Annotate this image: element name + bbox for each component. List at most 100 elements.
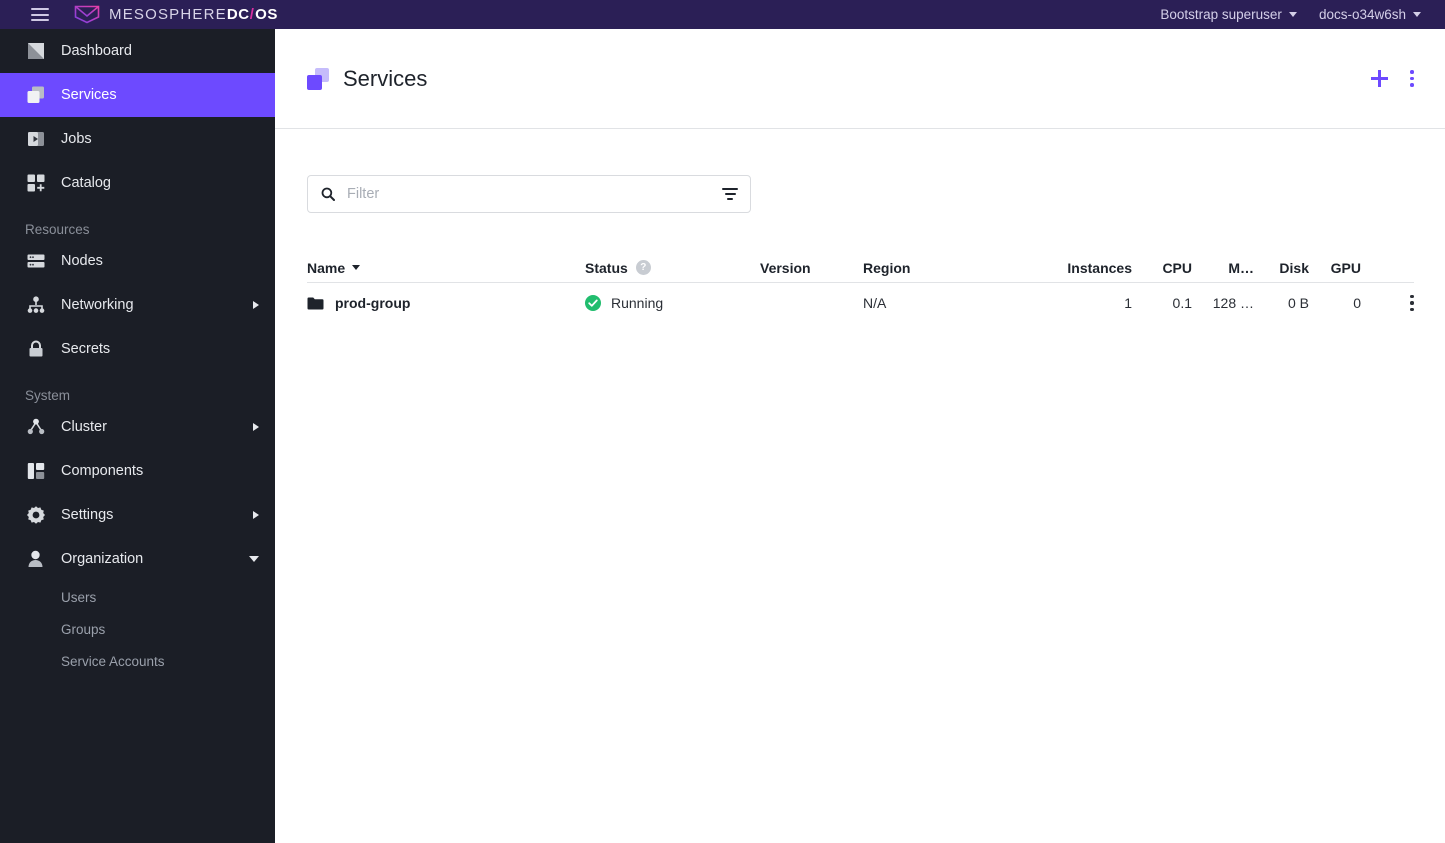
column-header-disk[interactable]: Disk	[1254, 260, 1309, 276]
filter-icon[interactable]	[722, 188, 738, 200]
brand-prefix: MESOSPHERE	[109, 6, 227, 23]
chevron-down-icon	[249, 556, 259, 562]
sidebar-item-service-accounts[interactable]: Service Accounts	[0, 645, 275, 677]
sidebar-item-dashboard[interactable]: Dashboard	[0, 29, 275, 73]
more-vertical-icon	[1410, 70, 1414, 87]
sidebar-item-users[interactable]: Users	[0, 581, 275, 613]
filter-box	[307, 175, 751, 213]
services-table: Name Status ? Version Region Instances C…	[307, 253, 1414, 323]
sidebar-item-settings[interactable]: Settings	[0, 493, 275, 537]
user-menu-label: Bootstrap superuser	[1160, 7, 1282, 22]
column-header-label: GPU	[1330, 259, 1361, 276]
column-header-label: Instances	[1067, 259, 1132, 276]
chevron-down-icon	[1413, 12, 1421, 17]
sidebar-item-services[interactable]: Services	[0, 73, 275, 117]
services-icon	[307, 67, 329, 90]
filter-input[interactable]	[347, 186, 722, 202]
page-header-actions	[1371, 70, 1414, 87]
main-content: Services Name	[275, 29, 1445, 843]
column-header-region[interactable]: Region	[863, 260, 1020, 276]
page-header: Services	[275, 29, 1445, 129]
chevron-down-icon	[1288, 12, 1297, 17]
sidebar-item-label: Cluster	[61, 419, 107, 435]
sidebar-item-label: Organization	[61, 551, 144, 567]
sidebar-item-label: Catalog	[61, 175, 111, 191]
chevron-right-icon	[253, 423, 259, 431]
sidebar-item-organization[interactable]: Organization	[0, 537, 275, 581]
sidebar-item-label: Settings	[61, 507, 114, 523]
brand-wordmark: MESOSPHEREDC/OS	[109, 6, 278, 23]
table-header-row: Name Status ? Version Region Instances C…	[307, 253, 1414, 283]
top-bar: MESOSPHEREDC/OS Bootstrap superuser docs…	[0, 0, 1445, 29]
services-icon	[25, 84, 47, 106]
help-icon[interactable]: ?	[635, 260, 651, 275]
nodes-icon	[25, 250, 47, 272]
sidebar-item-label: Services	[61, 87, 117, 103]
gear-icon	[25, 504, 47, 526]
sidebar-item-catalog[interactable]: Catalog	[0, 161, 275, 205]
cell-actions	[1361, 294, 1414, 312]
column-header-label: Disk	[1279, 259, 1309, 276]
page-title-group: Services	[307, 66, 427, 92]
networking-icon	[25, 294, 47, 316]
sidebar-item-groups[interactable]: Groups	[0, 613, 275, 645]
column-header-version[interactable]: Version	[760, 260, 863, 276]
page-more-menu-button[interactable]	[1410, 70, 1414, 87]
sidebar-section-system: System	[25, 388, 71, 403]
hamburger-icon[interactable]	[31, 8, 49, 21]
column-header-name[interactable]: Name	[307, 260, 585, 276]
sort-desc-icon	[352, 265, 361, 270]
cluster-menu[interactable]: docs-o34w6sh	[1319, 7, 1421, 22]
column-header-label: Version	[760, 259, 811, 276]
brand-os: OS	[255, 6, 278, 23]
cluster-icon	[25, 416, 47, 438]
mesosphere-logo-icon	[74, 5, 100, 24]
cluster-menu-label: docs-o34w6sh	[1318, 7, 1406, 22]
catalog-icon	[25, 172, 47, 194]
add-service-button[interactable]	[1371, 70, 1388, 87]
sidebar-item-label: Secrets	[61, 341, 111, 357]
column-header-instances[interactable]: Instances	[1020, 260, 1132, 276]
sidebar-item-cluster[interactable]: Cluster	[0, 405, 275, 449]
top-bar-right: Bootstrap superuser docs-o34w6sh	[1160, 7, 1421, 22]
search-icon	[321, 187, 335, 201]
sidebar-item-label: Nodes	[61, 253, 103, 269]
brand-logo[interactable]: MESOSPHEREDC/OS	[74, 5, 278, 24]
column-header-cpu[interactable]: CPU	[1132, 260, 1192, 276]
components-icon	[25, 460, 47, 482]
add-icon	[1371, 70, 1388, 87]
sidebar-item-label: Dashboard	[61, 43, 132, 59]
service-name-link[interactable]: prod-group	[335, 295, 410, 311]
sidebar: Dashboard Services Jobs Catalog Resource…	[0, 29, 275, 843]
sidebar-subitem-label: Groups	[61, 621, 106, 637]
sidebar-item-label: Jobs	[61, 131, 92, 147]
sidebar-subitem-label: Service Accounts	[61, 653, 165, 669]
column-header-gpu[interactable]: GPU	[1309, 260, 1361, 276]
cell-memory: 128 …	[1212, 295, 1254, 311]
column-header-status[interactable]: Status ?	[585, 260, 760, 276]
sidebar-item-jobs[interactable]: Jobs	[0, 117, 275, 161]
sidebar-item-nodes[interactable]: Nodes	[0, 239, 275, 283]
cell-name: prod-group	[307, 295, 585, 311]
page-title: Services	[343, 65, 428, 91]
user-menu[interactable]: Bootstrap superuser	[1160, 7, 1297, 22]
sidebar-item-networking[interactable]: Networking	[0, 283, 275, 327]
column-header-label: CPU	[1162, 259, 1192, 276]
column-header-memory[interactable]: M…	[1192, 260, 1254, 276]
column-header-label: Name	[307, 259, 346, 276]
cell-disk: 0 B	[1287, 295, 1309, 311]
dashboard-icon	[25, 40, 47, 62]
table-row[interactable]: prod-group Running N/A 1 0.1 128 … 0 B 0	[307, 283, 1414, 323]
more-vertical-icon	[1410, 294, 1414, 312]
column-header-label: Status	[585, 259, 628, 276]
sidebar-subitem-label: Users	[61, 589, 97, 605]
filter-row	[275, 129, 1445, 213]
cell-status: Running	[585, 295, 760, 311]
folder-icon	[307, 297, 324, 310]
sidebar-item-components[interactable]: Components	[0, 449, 275, 493]
sidebar-item-label: Components	[61, 463, 144, 479]
row-more-menu-button[interactable]	[1410, 294, 1414, 312]
check-circle-icon	[585, 295, 601, 311]
sidebar-item-secrets[interactable]: Secrets	[0, 327, 275, 371]
sidebar-item-label: Networking	[61, 297, 134, 313]
